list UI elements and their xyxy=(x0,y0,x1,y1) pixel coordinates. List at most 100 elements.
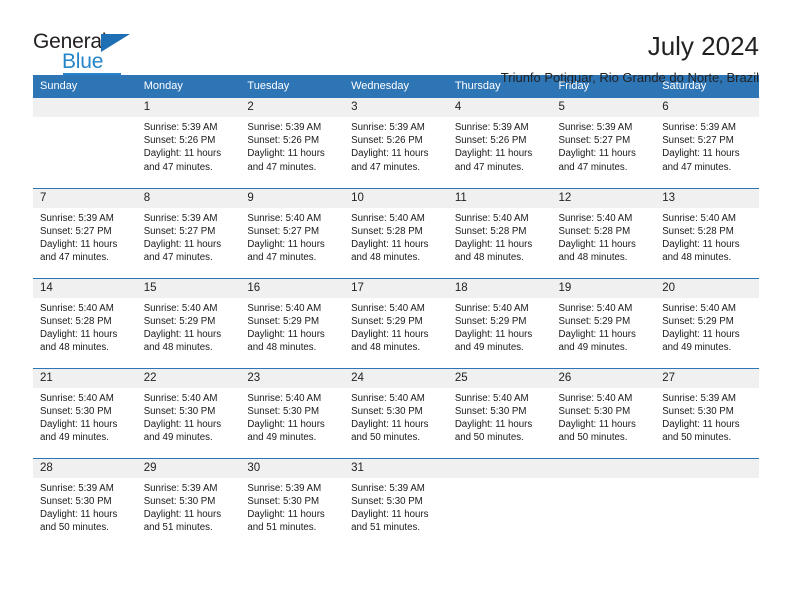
daylight-text: Daylight: 11 hours and 51 minutes. xyxy=(143,508,222,534)
day-number: 14 xyxy=(33,278,137,298)
calendar-day-cell-empty xyxy=(655,457,759,548)
day-sun-info: Sunrise: 5:40 AM Sunset: 5:30 PM Daylight:… xyxy=(448,388,552,445)
sunrise-text: Sunrise: 5:40 AM xyxy=(40,302,114,314)
day-sun-info: Sunrise: 5:39 AM Sunset: 5:27 PM Daylight:… xyxy=(655,117,759,174)
calendar-day-cell[interactable]: 25 Sunrise: 5:40 AM Sunset: 5:30 PM Dayligh… xyxy=(447,367,552,458)
day-number: 3 xyxy=(344,98,448,117)
calendar-day-cell[interactable]: 23 Sunrise: 5:40 AM Sunset: 5:30 PM Dayligh… xyxy=(240,367,345,458)
daylight-text: Daylight: 11 hours and 47 minutes. xyxy=(40,238,118,264)
calendar-day-cell[interactable]: 17 Sunrise: 5:40 AM Sunset: 5:29 PM Dayligh… xyxy=(344,277,448,368)
sunset-text: Sunset: 5:29 PM xyxy=(558,315,631,327)
calendar-day-cell-empty xyxy=(33,98,137,188)
triangle-icon xyxy=(101,34,130,52)
sunset-text: Sunset: 5:27 PM xyxy=(558,135,631,147)
calendar-page: General Blue July 2024 Triunfo Potiguar,… xyxy=(0,0,792,612)
daylight-text: Daylight: 11 hours and 51 minutes. xyxy=(351,508,429,534)
day-number: 30 xyxy=(240,458,345,478)
calendar-day-cell[interactable]: 6 Sunrise: 5:39 AM Sunset: 5:27 PM Daylight… xyxy=(655,98,759,188)
calendar-day-cell[interactable]: 11 Sunrise: 5:40 AM Sunset: 5:28 PM Dayligh… xyxy=(447,187,552,278)
day-number: 8 xyxy=(136,188,241,208)
daylight-text: Daylight: 11 hours and 50 minutes. xyxy=(558,418,636,444)
day-number: 29 xyxy=(136,458,241,478)
calendar-day-cell[interactable]: 14 Sunrise: 5:40 AM Sunset: 5:28 PM Dayligh… xyxy=(33,277,137,368)
day-sun-info: Sunrise: 5:40 AM Sunset: 5:30 PM Daylight:… xyxy=(33,388,137,445)
daylight-text: Daylight: 11 hours and 48 minutes. xyxy=(662,238,740,264)
calendar-day-cell[interactable]: 2 Sunrise: 5:39 AM Sunset: 5:26 PM Daylight… xyxy=(240,98,345,188)
calendar-week-row: 1 Sunrise: 5:39 AM Sunset: 5:26 PM Daylight… xyxy=(33,98,759,188)
calendar-day-cell[interactable]: 4 Sunrise: 5:39 AM Sunset: 5:26 PM Daylight… xyxy=(447,98,552,188)
calendar-week-row: 21 Sunrise: 5:40 AM Sunset: 5:30 PM Dayligh… xyxy=(33,367,759,458)
calendar-day-cell[interactable]: 5 Sunrise: 5:39 AM Sunset: 5:27 PM Daylight… xyxy=(551,98,656,188)
daylight-text: Daylight: 11 hours and 49 minutes. xyxy=(558,328,636,354)
sunset-text: Sunset: 5:29 PM xyxy=(662,315,734,327)
calendar-day-cell[interactable]: 3 Sunrise: 5:39 AM Sunset: 5:26 PM Daylight… xyxy=(344,98,448,188)
calendar-day-cell[interactable]: 31 Sunrise: 5:39 AM Sunset: 5:30 PM Dayligh… xyxy=(344,457,448,548)
calendar-day-cell[interactable]: 21 Sunrise: 5:40 AM Sunset: 5:30 PM Dayligh… xyxy=(33,367,137,458)
sunset-text: Sunset: 5:26 PM xyxy=(351,135,423,147)
calendar-day-cell-empty xyxy=(551,457,656,548)
sunset-text: Sunset: 5:29 PM xyxy=(351,315,423,327)
weekday-header-sunday: Sunday xyxy=(33,75,137,98)
calendar-day-cell[interactable]: 15 Sunrise: 5:40 AM Sunset: 5:29 PM Dayligh… xyxy=(136,277,241,368)
sunrise-text: Sunrise: 5:40 AM xyxy=(454,212,529,224)
sunrise-text: Sunrise: 5:40 AM xyxy=(351,392,425,404)
calendar-body: 1 Sunrise: 5:39 AM Sunset: 5:26 PM Daylight… xyxy=(33,98,759,548)
daylight-text: Daylight: 11 hours and 49 minutes. xyxy=(662,328,740,354)
daylight-text: Daylight: 11 hours and 47 minutes. xyxy=(454,148,533,173)
day-sun-info: Sunrise: 5:39 AM Sunset: 5:26 PM Daylight:… xyxy=(344,117,448,174)
day-sun-info: Sunrise: 5:40 AM Sunset: 5:28 PM Daylight:… xyxy=(655,208,759,265)
calendar-day-cell[interactable]: 29 Sunrise: 5:39 AM Sunset: 5:30 PM Dayligh… xyxy=(136,457,241,548)
calendar-table: Sunday Monday Tuesday Wednesday Thursday… xyxy=(33,75,759,548)
day-sun-info: Sunrise: 5:39 AM Sunset: 5:27 PM Daylight:… xyxy=(33,208,137,265)
sunrise-text: Sunrise: 5:39 AM xyxy=(143,122,218,133)
sunset-text: Sunset: 5:30 PM xyxy=(143,405,216,417)
calendar-day-cell[interactable]: 19 Sunrise: 5:40 AM Sunset: 5:29 PM Dayligh… xyxy=(551,277,656,368)
calendar-day-cell[interactable]: 24 Sunrise: 5:40 AM Sunset: 5:30 PM Dayligh… xyxy=(344,367,448,458)
calendar-week-row: 7 Sunrise: 5:39 AM Sunset: 5:27 PM Daylight… xyxy=(33,187,759,278)
calendar-day-cell[interactable]: 13 Sunrise: 5:40 AM Sunset: 5:28 PM Dayligh… xyxy=(655,187,759,278)
calendar-day-cell[interactable]: 9 Sunrise: 5:40 AM Sunset: 5:27 PM Daylight… xyxy=(240,187,345,278)
sunrise-text: Sunrise: 5:39 AM xyxy=(662,122,736,133)
calendar-day-cell[interactable]: 30 Sunrise: 5:39 AM Sunset: 5:30 PM Dayligh… xyxy=(240,457,345,548)
day-sun-info: Sunrise: 5:39 AM Sunset: 5:26 PM Daylight:… xyxy=(137,117,241,174)
calendar-day-cell[interactable]: 18 Sunrise: 5:40 AM Sunset: 5:29 PM Dayligh… xyxy=(447,277,552,368)
sunrise-text: Sunrise: 5:40 AM xyxy=(143,302,218,314)
calendar-day-cell[interactable]: 8 Sunrise: 5:39 AM Sunset: 5:27 PM Daylight… xyxy=(136,187,241,278)
weekday-header-wednesday: Wednesday xyxy=(344,75,448,98)
day-number: 2 xyxy=(240,98,345,117)
calendar-day-cell[interactable]: 10 Sunrise: 5:40 AM Sunset: 5:28 PM Dayligh… xyxy=(344,187,448,278)
sunset-text: Sunset: 5:29 PM xyxy=(143,315,216,327)
calendar-day-cell[interactable]: 27 Sunrise: 5:39 AM Sunset: 5:30 PM Dayligh… xyxy=(655,367,759,458)
sunset-text: Sunset: 5:30 PM xyxy=(351,495,423,507)
calendar-day-cell[interactable]: 20 Sunrise: 5:40 AM Sunset: 5:29 PM Dayligh… xyxy=(655,277,759,368)
sunset-text: Sunset: 5:30 PM xyxy=(40,405,112,417)
sunrise-text: Sunrise: 5:40 AM xyxy=(662,212,736,224)
day-sun-info: Sunrise: 5:40 AM Sunset: 5:29 PM Daylight:… xyxy=(448,298,552,355)
sunrise-text: Sunrise: 5:40 AM xyxy=(454,392,529,404)
weekday-header-monday: Monday xyxy=(136,75,241,98)
calendar-day-cell[interactable]: 12 Sunrise: 5:40 AM Sunset: 5:28 PM Dayligh… xyxy=(551,187,656,278)
day-sun-info: Sunrise: 5:40 AM Sunset: 5:28 PM Daylight:… xyxy=(344,208,448,265)
sunrise-text: Sunrise: 5:39 AM xyxy=(558,122,633,133)
calendar-day-cell[interactable]: 22 Sunrise: 5:40 AM Sunset: 5:30 PM Dayligh… xyxy=(136,367,241,458)
day-sun-info: Sunrise: 5:40 AM Sunset: 5:28 PM Daylight:… xyxy=(33,298,137,355)
calendar-day-cell[interactable]: 7 Sunrise: 5:39 AM Sunset: 5:27 PM Daylight… xyxy=(33,187,137,278)
day-number: 25 xyxy=(447,368,552,388)
day-number: 5 xyxy=(551,98,656,117)
day-number: 16 xyxy=(240,278,345,298)
sunrise-text: Sunrise: 5:40 AM xyxy=(247,392,322,404)
daylight-text: Daylight: 11 hours and 47 minutes. xyxy=(351,148,429,173)
calendar-day-cell[interactable]: 28 Sunrise: 5:39 AM Sunset: 5:30 PM Dayligh… xyxy=(33,457,137,548)
daylight-text: Daylight: 11 hours and 49 minutes. xyxy=(247,418,325,444)
calendar-day-cell[interactable]: 16 Sunrise: 5:40 AM Sunset: 5:29 PM Dayligh… xyxy=(240,277,345,368)
sunrise-text: Sunrise: 5:39 AM xyxy=(454,122,529,133)
day-number: 6 xyxy=(655,98,759,117)
daylight-text: Daylight: 11 hours and 48 minutes. xyxy=(247,328,325,354)
sunrise-text: Sunrise: 5:39 AM xyxy=(247,122,322,133)
day-sun-info: Sunrise: 5:39 AM Sunset: 5:27 PM Daylight:… xyxy=(552,117,656,174)
day-sun-info: Sunrise: 5:39 AM Sunset: 5:26 PM Daylight:… xyxy=(240,117,344,174)
calendar-day-cell[interactable]: 26 Sunrise: 5:40 AM Sunset: 5:30 PM Dayligh… xyxy=(551,367,656,458)
sunset-text: Sunset: 5:30 PM xyxy=(351,405,423,417)
sunset-text: Sunset: 5:30 PM xyxy=(247,495,320,507)
calendar-day-cell[interactable]: 1 Sunrise: 5:39 AM Sunset: 5:26 PM Daylight… xyxy=(136,98,241,188)
